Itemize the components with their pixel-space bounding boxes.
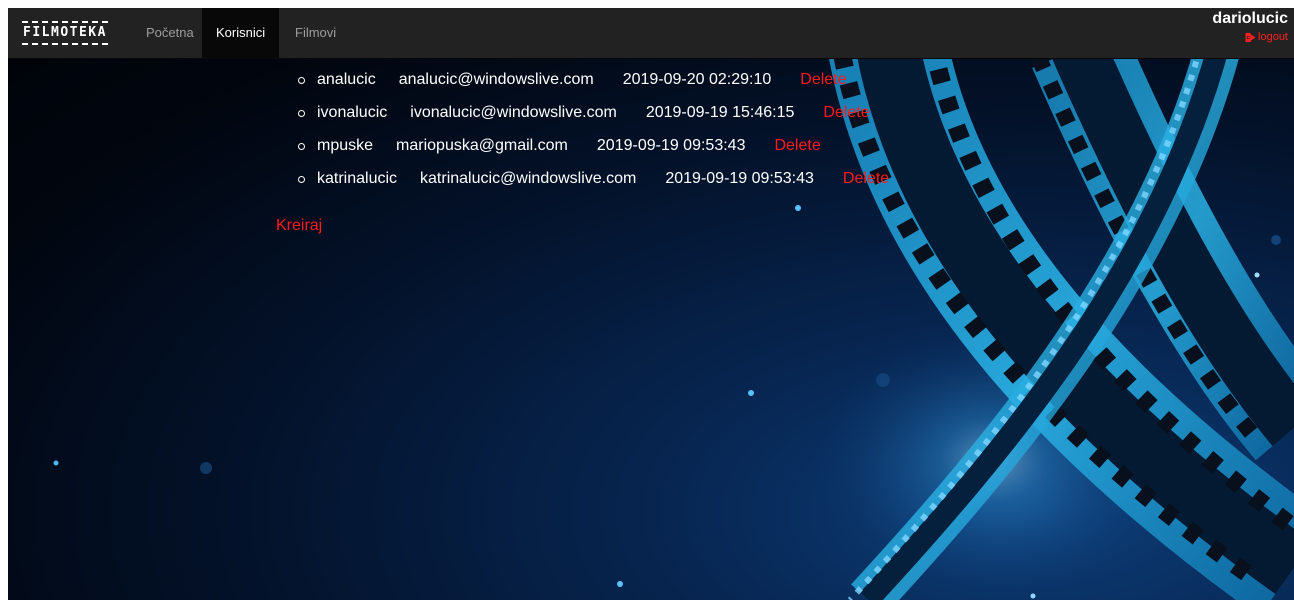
user-created: 2019-09-19 15:46:15 <box>645 104 795 121</box>
delete-user-button[interactable]: Delete <box>774 132 820 160</box>
logout-link[interactable]: logout <box>1212 31 1288 43</box>
users-list: analucic analucic@windowslive.com 2019-09-… <box>298 66 889 198</box>
top-navbar: FILMOTEKA Početna Korisnici Filmovi dari… <box>8 8 1294 59</box>
user-username: ivonalucic <box>317 104 388 121</box>
user-created: 2019-09-19 09:53:43 <box>665 170 814 187</box>
create-user-link[interactable]: Kreiraj <box>276 217 322 235</box>
current-username: dariolucic <box>1212 10 1288 27</box>
list-bullet <box>298 176 305 183</box>
user-row: ivonalucic ivonalucic@windowslive.com 2019… <box>298 99 889 132</box>
user-created: 2019-09-20 02:29:10 <box>622 71 772 88</box>
brand-dash-bottom <box>22 43 108 45</box>
nav-link-pocetna[interactable]: Početna <box>132 8 208 58</box>
user-email: mariopuska@gmail.com <box>396 137 568 154</box>
delete-user-button[interactable]: Delete <box>823 99 869 127</box>
user-row: katrinalucic katrinalucic@windowslive.com… <box>298 165 889 198</box>
user-email: ivonalucic@windowslive.com <box>410 104 617 121</box>
nav-link-filmovi[interactable]: Filmovi <box>281 8 350 58</box>
logout-label: logout <box>1258 31 1288 43</box>
list-bullet <box>298 110 305 117</box>
brand-dash-top <box>22 21 108 23</box>
brand-text: FILMOTEKA <box>23 25 107 40</box>
user-created: 2019-09-19 09:53:43 <box>596 137 746 154</box>
user-box: dariolucic logout <box>1212 8 1288 43</box>
delete-user-button[interactable]: Delete <box>843 165 889 193</box>
nav-link-korisnici[interactable]: Korisnici <box>202 8 280 58</box>
brand-logo[interactable]: FILMOTEKA <box>22 17 108 47</box>
user-row: mpuske mariopuska@gmail.com 2019-09-19 09:… <box>298 132 889 165</box>
user-email: katrinalucic@windowslive.com <box>420 170 637 187</box>
sign-out-icon <box>1245 32 1256 42</box>
delete-user-button[interactable]: Delete <box>800 66 846 94</box>
user-username: katrinalucic <box>317 170 398 187</box>
user-row: analucic analucic@windowslive.com 2019-09-… <box>298 66 889 99</box>
user-username: mpuske <box>317 137 374 154</box>
page-frame: FILMOTEKA Početna Korisnici Filmovi dari… <box>8 8 1294 600</box>
list-bullet <box>298 77 305 84</box>
user-username: analucic <box>317 71 376 88</box>
user-email: analucic@windowslive.com <box>398 71 594 88</box>
list-bullet <box>298 143 305 150</box>
